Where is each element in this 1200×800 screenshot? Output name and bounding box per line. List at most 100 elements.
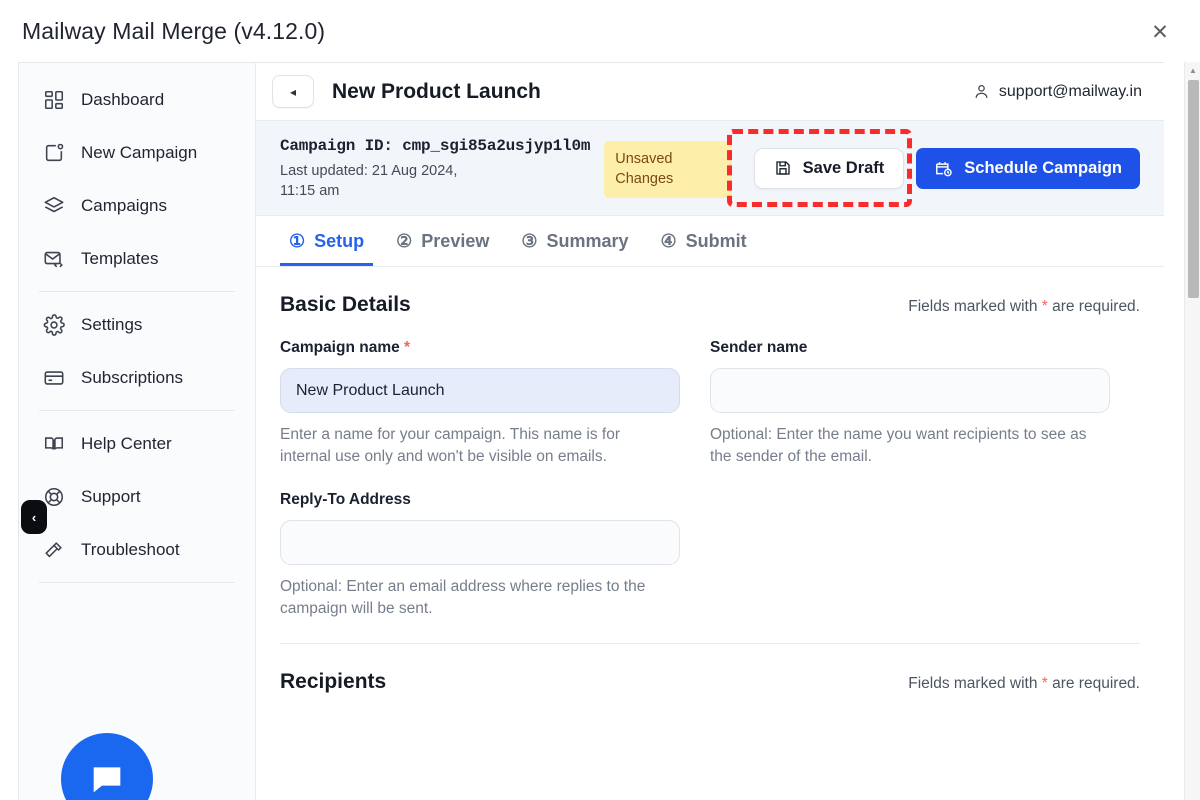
chat-bubble-icon xyxy=(87,759,127,799)
status-badge: Unsaved Changes xyxy=(604,141,732,198)
lifebuoy-icon xyxy=(43,486,65,508)
sidebar-item-settings[interactable]: Settings xyxy=(19,298,255,351)
person-icon xyxy=(973,83,990,100)
sidebar-collapse-toggle[interactable]: ‹ xyxy=(21,500,47,534)
campaign-info-texts: Campaign ID: cmp_sgi85a2usjyp1l0m Last u… xyxy=(280,135,590,201)
tab-label: Preview xyxy=(421,231,489,252)
sender-name-hint: Optional: Enter the name you want recipi… xyxy=(710,424,1105,469)
save-draft-button[interactable]: Save Draft xyxy=(754,148,905,189)
sidebar-item-label: Templates xyxy=(81,249,158,269)
scrollbar-thumb[interactable] xyxy=(1188,80,1199,298)
required-note-prefix: Fields marked with xyxy=(908,298,1042,315)
sidebar-item-label: Subscriptions xyxy=(81,368,183,388)
sidebar-item-label: New Campaign xyxy=(81,143,197,163)
sidebar-item-help-center[interactable]: Help Center xyxy=(19,417,255,470)
sender-name-input[interactable] xyxy=(710,368,1110,413)
required-asterisk: * xyxy=(404,339,410,356)
tab-number: ① xyxy=(289,232,305,250)
dashboard-icon xyxy=(43,89,65,111)
user-account[interactable]: support@mailway.in xyxy=(973,83,1142,101)
reply-to-input[interactable] xyxy=(280,520,680,565)
mail-code-icon xyxy=(43,248,65,270)
campaign-info: Campaign ID: cmp_sgi85a2usjyp1l0m Last u… xyxy=(280,135,732,201)
sidebar-divider xyxy=(39,291,235,292)
sidebar-item-dashboard[interactable]: Dashboard xyxy=(19,73,255,126)
gear-icon xyxy=(43,314,65,336)
new-campaign-icon xyxy=(43,142,65,164)
basic-details-header: Basic Details Fields marked with * are r… xyxy=(280,267,1140,317)
layers-icon xyxy=(43,195,65,217)
sidebar-item-label: Troubleshoot xyxy=(81,540,180,560)
close-icon[interactable]: ✕ xyxy=(1148,20,1172,44)
schedule-campaign-button[interactable]: Schedule Campaign xyxy=(916,148,1140,189)
main-panel: ◂ New Product Launch support@mailway.in … xyxy=(256,63,1164,800)
tab-label: Setup xyxy=(314,231,364,252)
app-window: Mailway Mail Merge (v4.12.0) ✕ Dashboard… xyxy=(0,0,1200,800)
campaign-name-label-text: Campaign name xyxy=(280,339,404,356)
user-email: support@mailway.in xyxy=(999,83,1142,101)
tab-number: ③ xyxy=(521,232,537,250)
tab-number: ② xyxy=(396,232,412,250)
tab-preview[interactable]: ② Preview xyxy=(387,216,498,266)
window-title: Mailway Mail Merge (v4.12.0) xyxy=(22,18,325,45)
sidebar-item-label: Campaigns xyxy=(81,196,167,216)
sidebar-item-templates[interactable]: Templates xyxy=(19,232,255,285)
sidebar-item-new-campaign[interactable]: New Campaign xyxy=(19,126,255,179)
schedule-campaign-label: Schedule Campaign xyxy=(964,159,1122,178)
setup-form: Basic Details Fields marked with * are r… xyxy=(256,267,1164,749)
sender-name-label: Sender name xyxy=(710,339,1110,357)
page-topbar: ◂ New Product Launch support@mailway.in xyxy=(256,63,1164,121)
sidebar-item-label: Help Center xyxy=(81,434,172,454)
vertical-scrollbar[interactable]: ▲ xyxy=(1184,62,1200,800)
sidebar-divider xyxy=(39,582,235,583)
reply-to-spacer xyxy=(710,491,1110,621)
window-title-bar: Mailway Mail Merge (v4.12.0) ✕ xyxy=(0,0,1200,62)
last-updated: Last updated: 21 Aug 2024, 11:15 am xyxy=(280,162,495,201)
campaign-name-hint: Enter a name for your campaign. This nam… xyxy=(280,424,675,469)
sidebar-item-subscriptions[interactable]: Subscriptions xyxy=(19,351,255,404)
sidebar-group-primary: Dashboard New Campaign Campaigns xyxy=(19,63,255,583)
basic-details-row-2: Reply-To Address Optional: Enter an emai… xyxy=(280,491,1140,621)
required-note-prefix: Fields marked with xyxy=(908,675,1042,692)
sidebar: Dashboard New Campaign Campaigns xyxy=(19,63,256,800)
campaign-name-input[interactable]: New Product Launch xyxy=(280,368,680,413)
basic-details-row-1: Campaign name * New Product Launch Enter… xyxy=(280,339,1140,469)
tab-label: Summary xyxy=(546,231,628,252)
sidebar-item-label: Settings xyxy=(81,315,142,335)
campaign-info-banner: Campaign ID: cmp_sgi85a2usjyp1l0m Last u… xyxy=(256,121,1164,216)
tab-setup[interactable]: ① Setup xyxy=(280,216,373,266)
book-icon xyxy=(43,433,65,455)
tab-summary[interactable]: ③ Summary xyxy=(512,216,637,266)
sidebar-item-troubleshoot[interactable]: Troubleshoot xyxy=(19,523,255,576)
tab-label: Submit xyxy=(686,231,747,252)
reply-to-field-group: Reply-To Address Optional: Enter an emai… xyxy=(280,491,680,621)
required-note-suffix: are required. xyxy=(1048,298,1140,315)
required-note: Fields marked with * are required. xyxy=(908,675,1140,693)
required-note: Fields marked with * are required. xyxy=(908,298,1140,316)
recipients-title: Recipients xyxy=(280,670,386,694)
chat-widget-button[interactable] xyxy=(61,733,153,800)
tab-submit[interactable]: ④ Submit xyxy=(652,216,756,266)
campaign-name-label: Campaign name * xyxy=(280,339,680,357)
basic-details-title: Basic Details xyxy=(280,293,411,317)
hammer-icon xyxy=(43,539,65,561)
sidebar-item-label: Support xyxy=(81,487,141,507)
campaign-name-field-group: Campaign name * New Product Launch Enter… xyxy=(280,339,680,469)
reply-to-hint: Optional: Enter an email address where r… xyxy=(280,576,675,621)
sidebar-item-campaigns[interactable]: Campaigns xyxy=(19,179,255,232)
scroll-up-icon[interactable]: ▲ xyxy=(1185,62,1200,78)
app-frame: Dashboard New Campaign Campaigns xyxy=(18,62,1164,800)
sidebar-divider xyxy=(39,410,235,411)
recipients-header: Recipients Fields marked with * are requ… xyxy=(280,644,1140,694)
banner-actions: Save Draft Schedule Campaign xyxy=(754,148,1140,189)
wizard-tabs: ① Setup ② Preview ③ Summary ④ Submit xyxy=(256,216,1164,267)
save-draft-label: Save Draft xyxy=(803,159,885,178)
sender-name-field-group: Sender name Optional: Enter the name you… xyxy=(710,339,1110,469)
campaign-id: Campaign ID: cmp_sgi85a2usjyp1l0m xyxy=(280,137,590,155)
sidebar-item-label: Dashboard xyxy=(81,90,164,110)
calendar-clock-icon xyxy=(934,159,953,178)
required-note-suffix: are required. xyxy=(1048,675,1140,692)
back-button[interactable]: ◂ xyxy=(272,75,314,108)
sidebar-item-support[interactable]: Support xyxy=(19,470,255,523)
save-floppy-icon xyxy=(774,159,792,177)
